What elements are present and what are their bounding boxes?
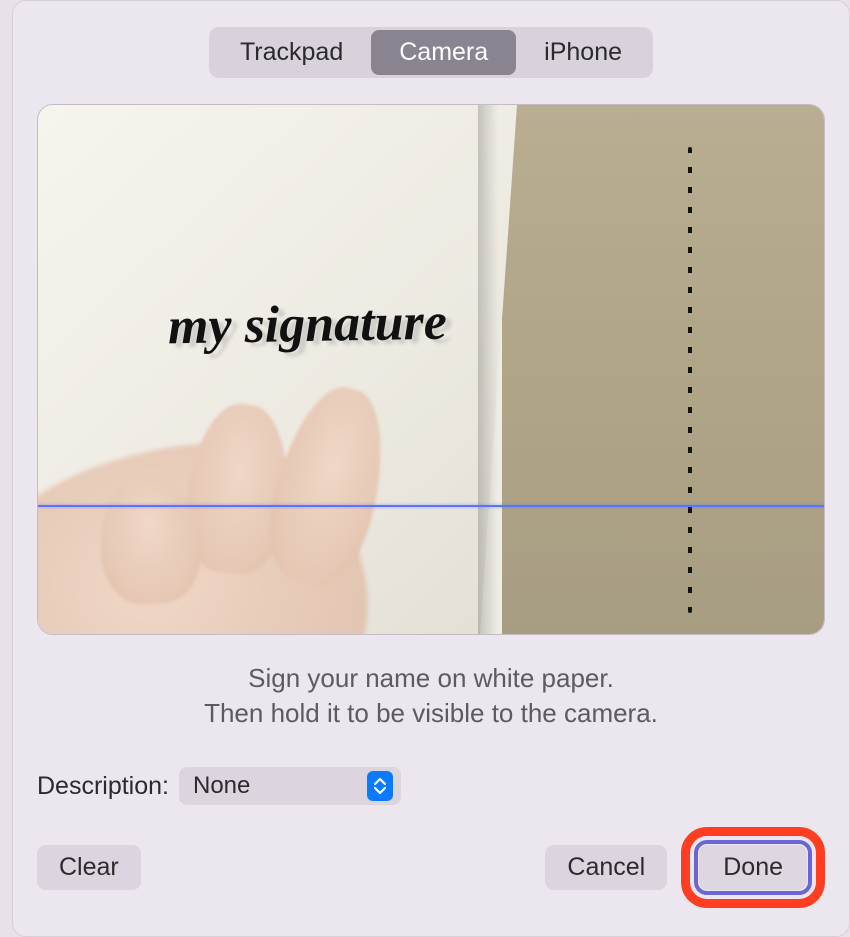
instruction-line-2: Then hold it to be visible to the camera… [37, 696, 825, 731]
tab-camera[interactable]: Camera [371, 30, 516, 75]
captured-signature: my signature [168, 293, 448, 357]
camera-background-surface [502, 105, 824, 634]
tab-trackpad[interactable]: Trackpad [212, 30, 371, 75]
cancel-button[interactable]: Cancel [545, 845, 667, 890]
description-row: Description: None [37, 767, 825, 805]
description-label: Description: [37, 772, 169, 801]
dialog-button-row: Clear Cancel Done [37, 827, 825, 908]
signature-capture-dialog: Trackpad Camera iPhone my signature Sign… [12, 0, 850, 937]
instructions-text: Sign your name on white paper. Then hold… [37, 661, 825, 731]
baseline-guide [38, 505, 824, 507]
description-value: None [193, 772, 367, 800]
done-button[interactable]: Done [699, 845, 807, 890]
instruction-line-1: Sign your name on white paper. [37, 661, 825, 696]
select-stepper-icon [367, 771, 393, 801]
done-button-highlight: Done [681, 827, 825, 908]
tab-iphone[interactable]: iPhone [516, 30, 650, 75]
description-select[interactable]: None [179, 767, 401, 805]
clear-button[interactable]: Clear [37, 845, 141, 890]
camera-preview: my signature [37, 104, 825, 635]
source-segmented-control: Trackpad Camera iPhone [209, 27, 653, 78]
